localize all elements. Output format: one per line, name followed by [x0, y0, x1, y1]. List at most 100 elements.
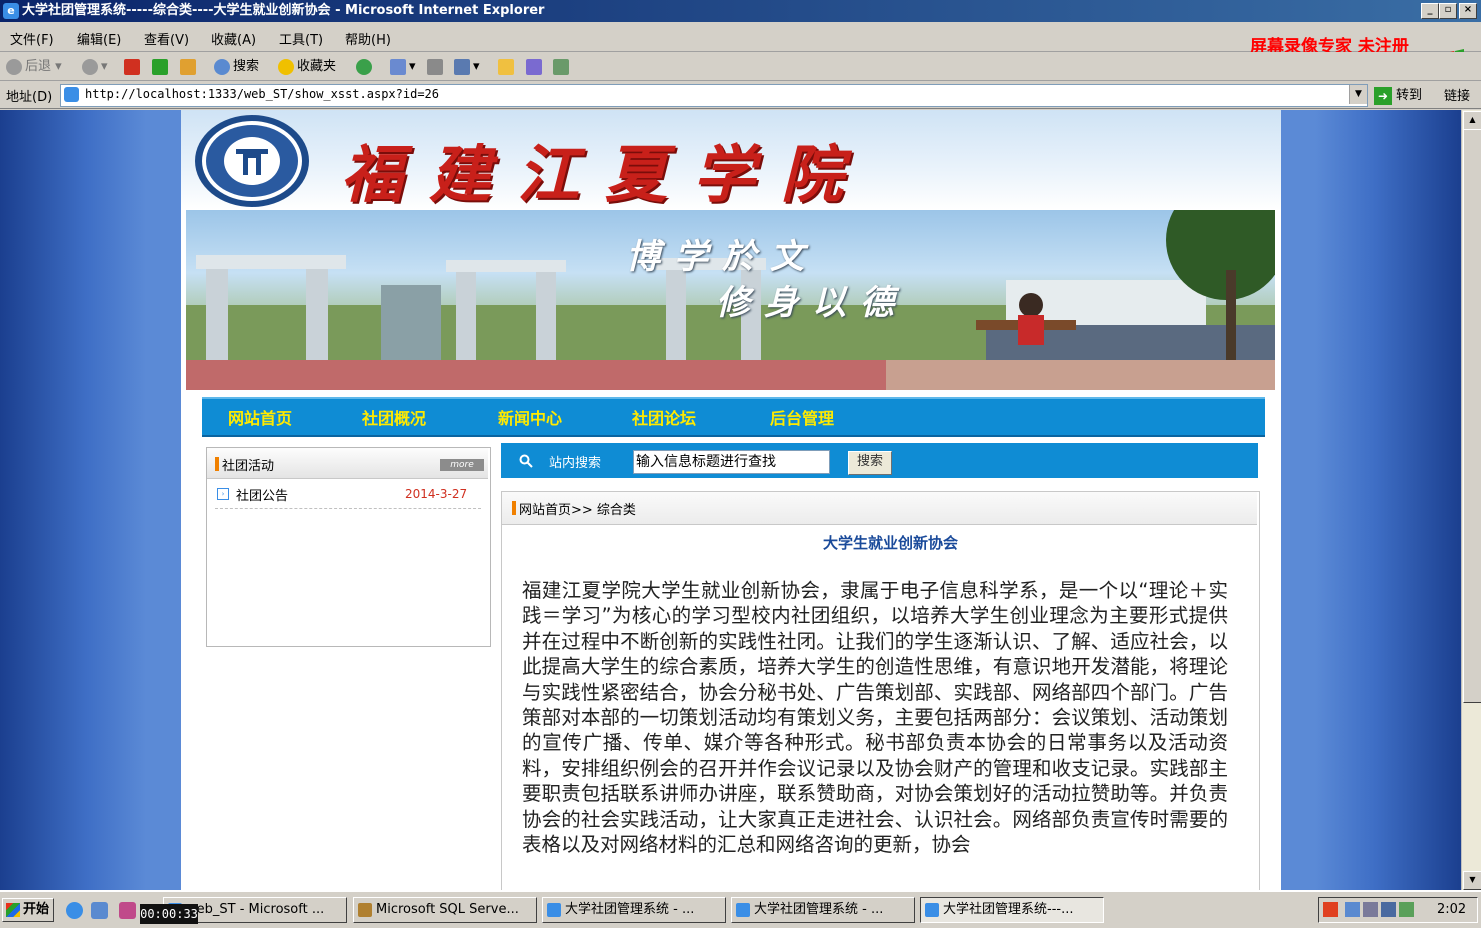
vertical-scrollbar[interactable]: ▲ ▼ — [1461, 110, 1481, 890]
mail-button[interactable]: ▾ — [390, 56, 416, 77]
address-url[interactable]: http://localhost:1333/web_ST/show_xsst.a… — [85, 87, 439, 101]
breadcrumb[interactable]: 网站首页>> 综合类 — [519, 499, 636, 518]
address-input[interactable]: http://localhost:1333/web_ST/show_xsst.a… — [60, 84, 1368, 107]
home-button[interactable] — [180, 56, 199, 77]
search-button[interactable]: 搜索 — [214, 56, 259, 77]
stop-button[interactable] — [124, 56, 143, 77]
address-dropdown-icon[interactable]: ▼ — [1349, 85, 1367, 104]
task-ie-window-active[interactable]: 大学社团管理系统---... — [920, 897, 1104, 923]
panel-header: 社团活动 more — [207, 448, 488, 479]
input-method-icon[interactable] — [1323, 902, 1338, 917]
favorites-button[interactable]: 收藏夹 — [278, 56, 336, 77]
home-icon — [180, 58, 196, 75]
ie-icon — [925, 903, 939, 917]
bullet-icon: › — [217, 488, 229, 500]
task-ie-window-1[interactable]: 大学社团管理系统 - ... — [542, 897, 726, 923]
print-icon — [427, 58, 443, 75]
discuss-button[interactable] — [498, 56, 517, 77]
web-page: 福建江夏学院 博学於文 修身以德 网站首页 社团概况 新闻中心 社团论坛 后台管… — [181, 110, 1281, 890]
research-icon — [553, 58, 569, 75]
article-title: 大学生就业创新协会 — [822, 534, 958, 552]
star-icon — [278, 58, 294, 75]
address-label: 地址(D) — [6, 90, 53, 105]
menu-tools[interactable]: 工具(T) — [279, 29, 323, 48]
scroll-thumb[interactable] — [1463, 129, 1481, 703]
window-titlebar[interactable]: e 大学社团管理系统-----综合类----大学生就业创新协会 - Micros… — [0, 0, 1481, 22]
task-ie-window-2[interactable]: 大学社团管理系统 - ... — [731, 897, 915, 923]
main-nav: 网站首页 社团概况 新闻中心 社团论坛 后台管理 — [202, 397, 1265, 437]
campus-banner: 博学於文 修身以德 — [186, 210, 1275, 390]
window-title: 大学社团管理系统-----综合类----大学生就业创新协会 - Microsof… — [22, 3, 545, 18]
site-search-bar: 站内搜索 输入信息标题进行查找 搜索 — [501, 443, 1258, 478]
notice-date: 2014-3-27 — [405, 487, 468, 501]
article-body: 福建江夏学院大学生就业创新协会，隶属于电子信息科学系，是一个以“理论＋实践＝学习… — [522, 579, 1228, 857]
back-arrow-icon — [6, 58, 22, 75]
nav-admin[interactable]: 后台管理 — [770, 405, 834, 429]
menu-help[interactable]: 帮助(H) — [345, 29, 391, 48]
note-icon — [498, 58, 514, 75]
magnifier-icon — [519, 454, 533, 468]
orange-marker-icon — [512, 501, 516, 515]
menu-favorites[interactable]: 收藏(A) — [211, 29, 256, 48]
maximize-button[interactable]: ▫ — [1439, 3, 1457, 19]
menu-file[interactable]: 文件(F) — [10, 29, 54, 48]
club-activities-panel: 社团活动 more › 社团公告 2014-3-27 — [206, 447, 491, 647]
more-button[interactable]: more — [440, 459, 484, 471]
menu-view[interactable]: 查看(V) — [144, 29, 189, 48]
nav-club-forum[interactable]: 社团论坛 — [632, 405, 696, 429]
minimize-button[interactable]: _ — [1421, 3, 1439, 19]
start-button[interactable]: 开始 — [2, 898, 54, 922]
menu-edit[interactable]: 编辑(E) — [77, 29, 121, 48]
search-label: 站内搜索 — [549, 456, 602, 471]
motto-line-2: 修身以德 — [716, 283, 908, 323]
back-button[interactable]: 后退 ▾ — [6, 56, 62, 77]
notice-link[interactable]: 社团公告 — [236, 485, 288, 504]
motto-line-1: 博学於文 — [626, 237, 818, 277]
edit-button[interactable]: ▾ — [454, 56, 480, 77]
network-icon[interactable] — [1345, 902, 1360, 917]
search-submit-button[interactable]: 搜索 — [848, 451, 892, 475]
mail-icon — [390, 58, 406, 75]
scroll-down-icon[interactable]: ▼ — [1463, 871, 1481, 890]
ie-icon — [547, 903, 561, 917]
print-button[interactable] — [427, 56, 446, 77]
panel-heading: 社团活动 — [222, 459, 275, 474]
research-button[interactable] — [553, 56, 572, 77]
orange-marker-icon — [215, 457, 219, 471]
messenger-icon — [526, 58, 542, 75]
task-sql-server[interactable]: Microsoft SQL Serve... — [353, 897, 537, 923]
editor-quicklaunch-icon[interactable] — [119, 902, 136, 919]
refresh-icon — [152, 58, 168, 75]
breadcrumb-bar: 网站首页>> 综合类 — [502, 492, 1257, 525]
history-button[interactable] — [356, 56, 375, 77]
page-icon — [64, 87, 79, 102]
recorder-timer: 00:00:33 — [140, 904, 198, 924]
nav-club-overview[interactable]: 社团概况 — [362, 405, 426, 429]
forward-button[interactable]: ▾ — [82, 56, 108, 77]
site-header: 福建江夏学院 — [181, 110, 1281, 211]
edit-icon — [454, 58, 470, 75]
app-quicklaunch-icon[interactable] — [91, 902, 108, 919]
go-arrow-icon: ➜ — [1374, 86, 1392, 105]
sql-server-icon — [358, 903, 372, 917]
monitor-icon[interactable] — [1363, 902, 1378, 917]
article-panel: 网站首页>> 综合类 大学生就业创新协会 福建江夏学院大学生就业创新协会，隶属于… — [501, 491, 1260, 890]
list-item[interactable]: › 社团公告 2014-3-27 — [215, 482, 481, 509]
school-motto: 博学於文 修身以德 — [626, 234, 908, 326]
service-icon[interactable] — [1399, 902, 1414, 917]
search-input[interactable]: 输入信息标题进行查找 — [633, 450, 830, 474]
nav-news-center[interactable]: 新闻中心 — [498, 405, 562, 429]
go-button[interactable]: ➜ 转到 — [1374, 84, 1422, 105]
scroll-up-icon[interactable]: ▲ — [1463, 111, 1481, 130]
system-tray: 2:02 — [1318, 897, 1478, 923]
messenger-button[interactable] — [526, 56, 545, 77]
display-icon[interactable] — [1381, 902, 1396, 917]
mouse-cursor-icon — [800, 647, 810, 665]
links-button[interactable]: 链接 — [1444, 85, 1470, 104]
clock[interactable]: 2:02 — [1437, 902, 1466, 917]
close-button[interactable]: × — [1459, 3, 1477, 19]
ie-quicklaunch-icon[interactable] — [66, 902, 83, 919]
page-viewport: 福建江夏学院 博学於文 修身以德 网站首页 社团概况 新闻中心 社团论坛 后台管… — [0, 110, 1461, 890]
nav-home[interactable]: 网站首页 — [228, 405, 292, 429]
refresh-button[interactable] — [152, 56, 171, 77]
